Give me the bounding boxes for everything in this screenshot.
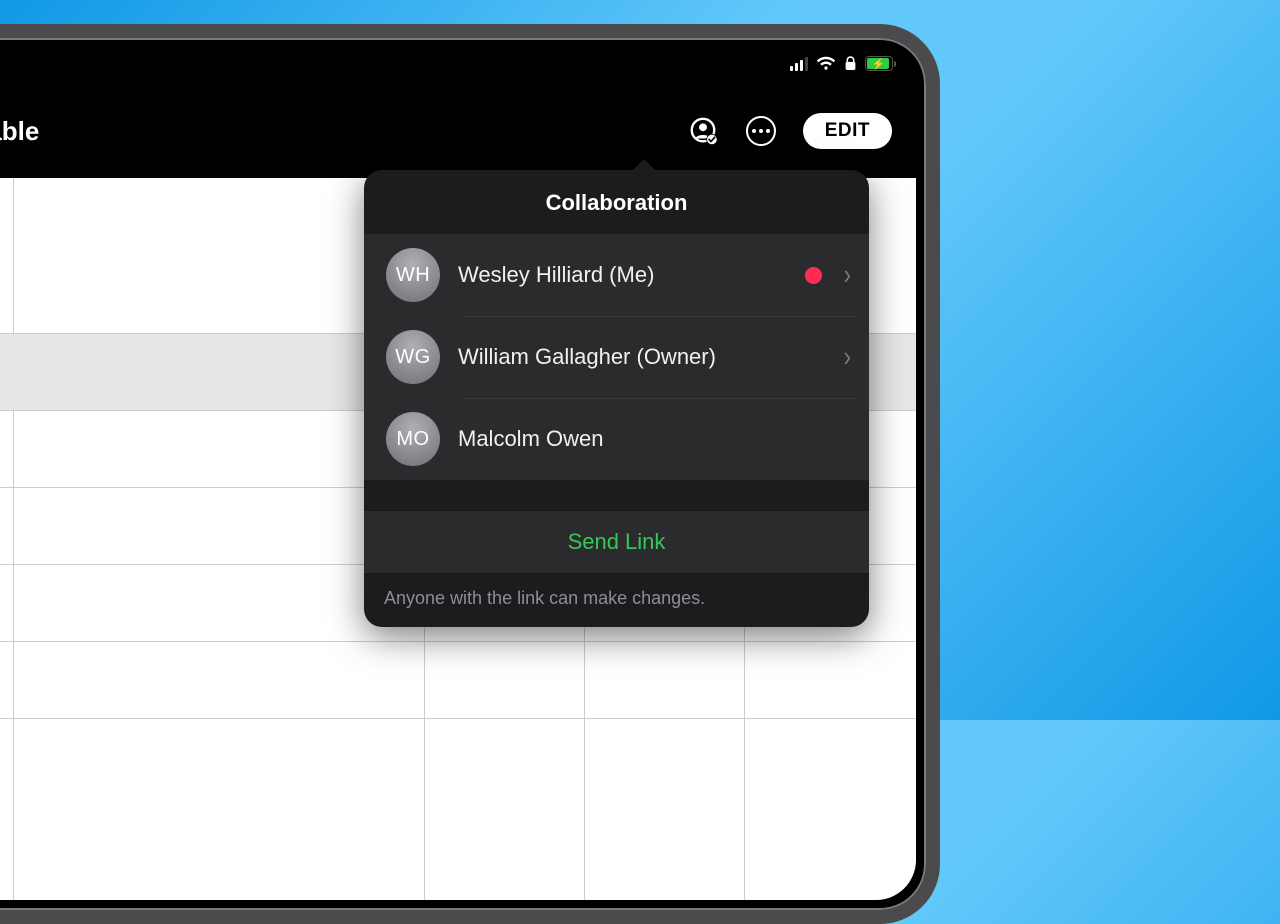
collaborator-row[interactable]: MO Malcolm Owen [364, 398, 869, 480]
toolbar: r Table EDIT [0, 100, 916, 162]
battery-icon: ⚡ [865, 56, 897, 71]
chevron-right-icon: › [844, 340, 851, 374]
popover-caption: Anyone with the link can make changes. [364, 574, 869, 627]
collaborator-list: WH Wesley Hilliard (Me) › WG William Gal… [364, 234, 869, 480]
edit-button[interactable]: EDIT [803, 113, 892, 149]
popover-title: Collaboration [364, 170, 869, 234]
ellipsis-icon [746, 116, 776, 146]
presence-dot-icon [805, 267, 822, 284]
collaborator-row[interactable]: WH Wesley Hilliard (Me) › [364, 234, 869, 316]
chevron-right-icon: › [844, 258, 851, 292]
collaborator-row[interactable]: WG William Gallagher (Owner) › [364, 316, 869, 398]
avatar: MO [386, 412, 440, 466]
device-frame: ⚡ r Table ED [0, 24, 940, 924]
wifi-icon [816, 56, 836, 71]
collaboration-button[interactable] [687, 115, 719, 147]
more-button[interactable] [745, 115, 777, 147]
cellular-signal-icon [790, 57, 808, 71]
avatar: WG [386, 330, 440, 384]
collaboration-popover: Collaboration WH Wesley Hilliard (Me) › … [364, 170, 869, 627]
avatar: WH [386, 248, 440, 302]
status-bar: ⚡ [790, 56, 897, 71]
document-title: r Table [0, 116, 39, 147]
collaboration-icon [688, 116, 718, 146]
orientation-lock-icon [844, 56, 857, 71]
charging-bolt-icon: ⚡ [872, 57, 886, 70]
device-screen: ⚡ r Table ED [0, 48, 916, 900]
collaborator-name: Wesley Hilliard (Me) [458, 262, 787, 288]
collaborator-name: William Gallagher (Owner) [458, 344, 826, 370]
send-link-button[interactable]: Send Link [364, 510, 869, 574]
collaborator-name: Malcolm Owen [458, 426, 851, 452]
